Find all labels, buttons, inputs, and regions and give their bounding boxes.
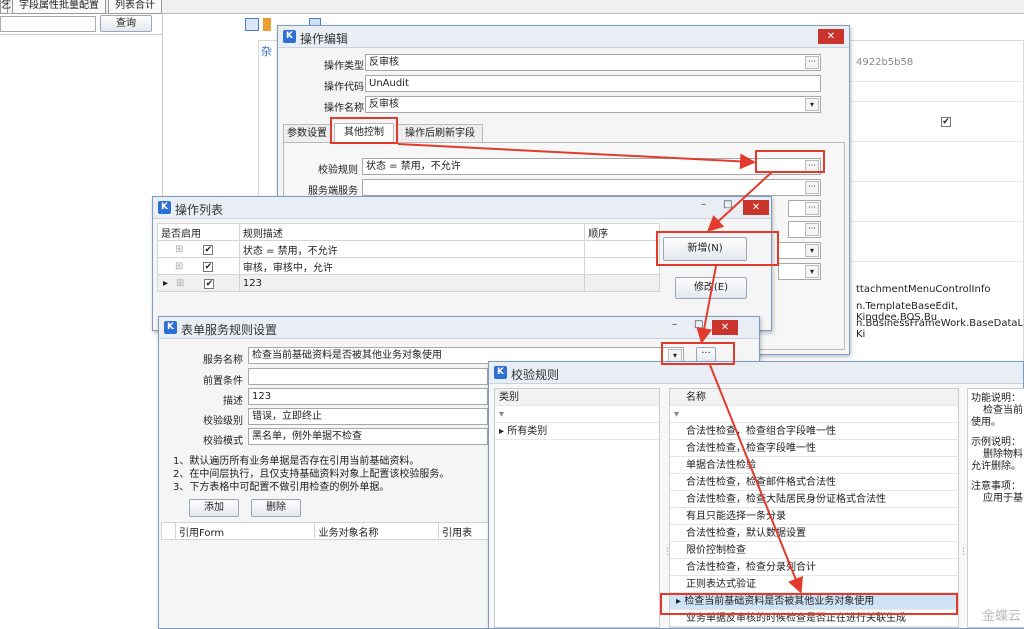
arrow: [397, 143, 756, 170]
arrow: [709, 364, 803, 594]
arrow: [707, 171, 773, 232]
arrow: [696, 265, 717, 344]
annotation-arrows: [397, 143, 803, 594]
